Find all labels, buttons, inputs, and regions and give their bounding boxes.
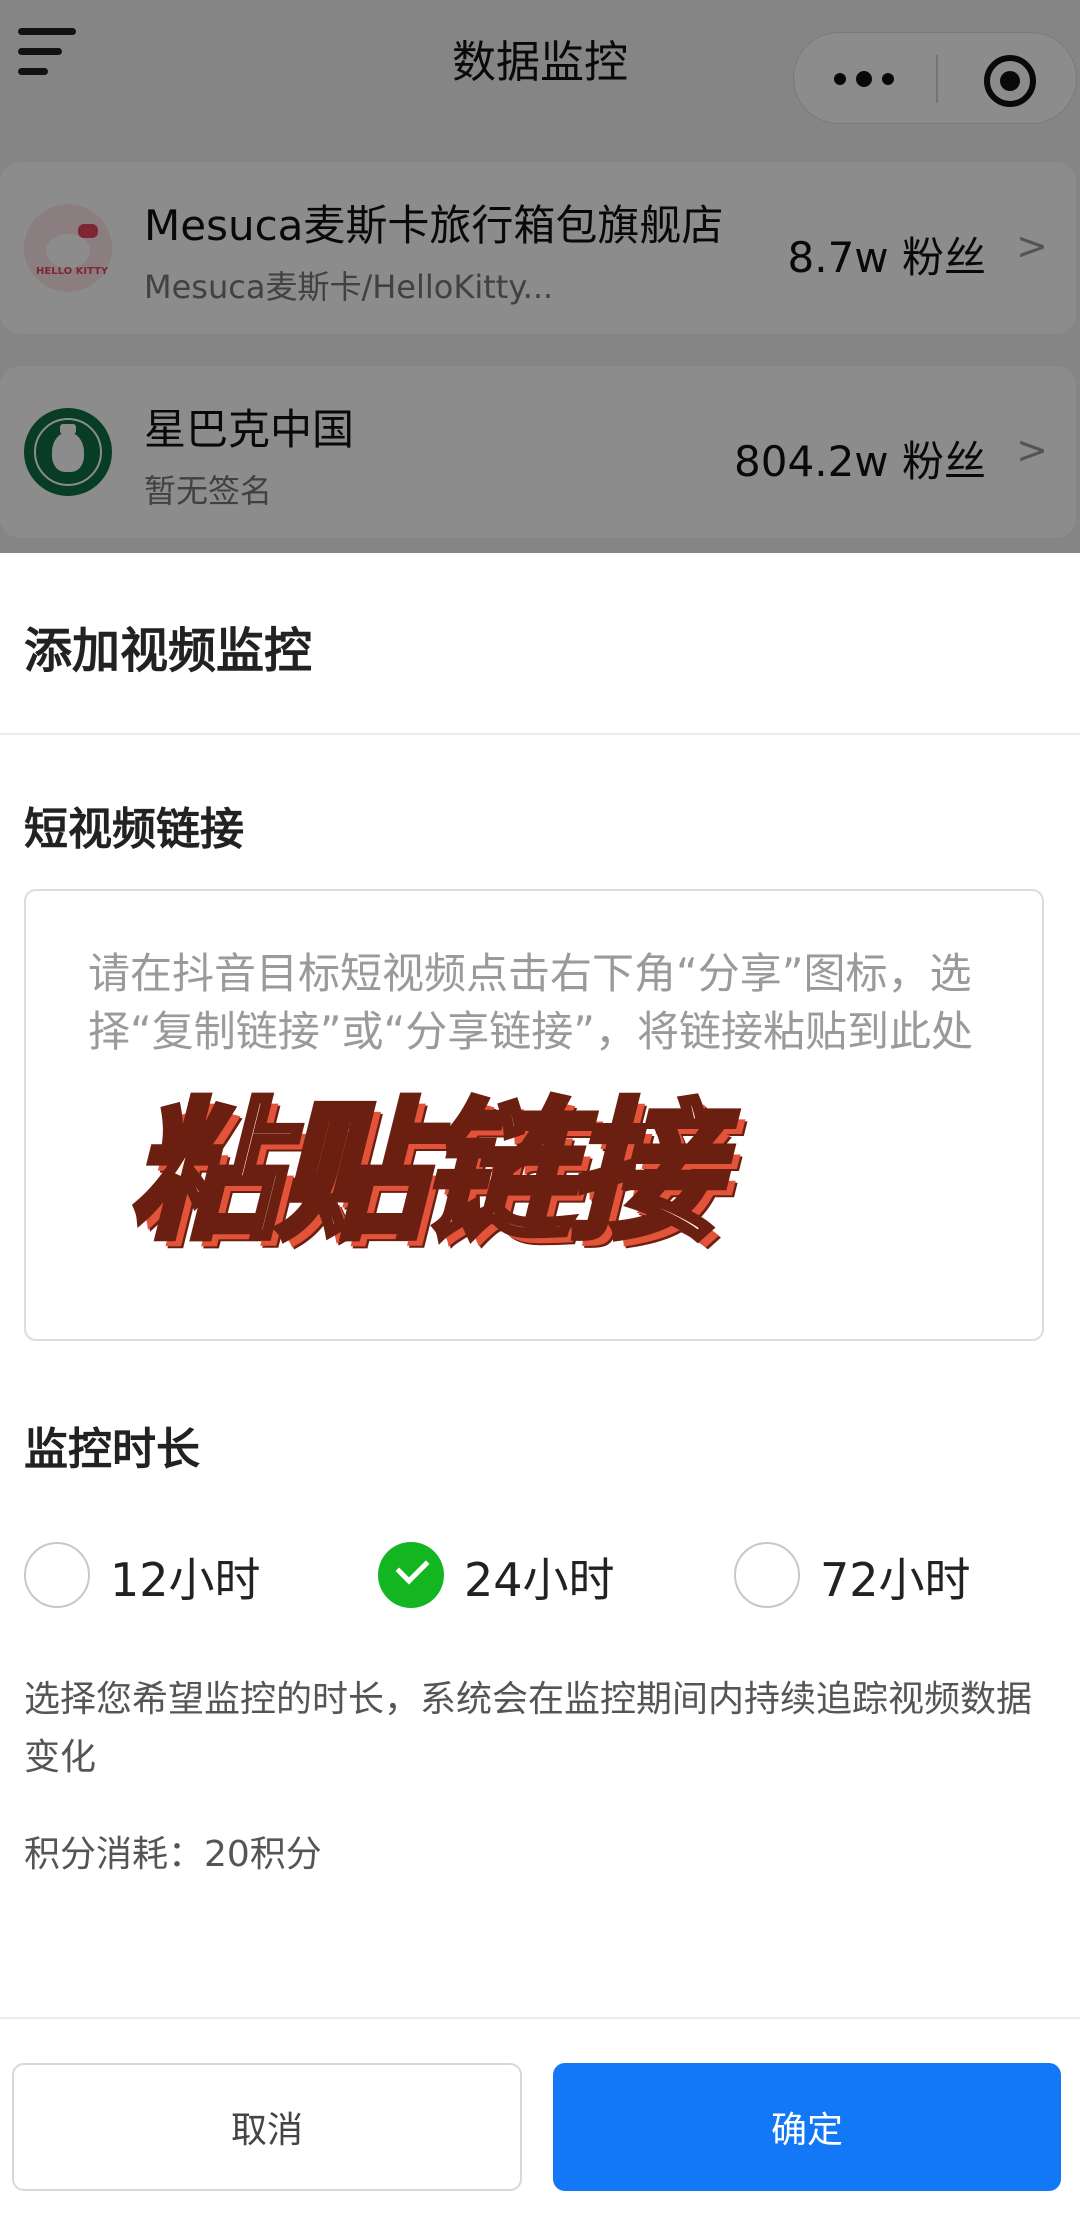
- duration-option-label: 24小时: [464, 1553, 615, 1607]
- duration-option-72h[interactable]: 72小时: [734, 1536, 974, 1616]
- duration-label: 监控时长: [24, 1424, 200, 1475]
- radio-circle[interactable]: [734, 1542, 800, 1608]
- duration-option-label: 12小时: [110, 1553, 261, 1607]
- modal-backdrop[interactable]: [0, 0, 1080, 553]
- cancel-button[interactable]: 取消: [12, 2063, 522, 2191]
- sheet-title: 添加视频监控: [24, 623, 313, 679]
- duration-hint: 选择您希望监控的时长，系统会在监控期间内持续追踪视频数据变化: [24, 1679, 1033, 1778]
- check-icon[interactable]: [378, 1542, 444, 1608]
- radio-circle[interactable]: [24, 1542, 90, 1608]
- duration-option-24h[interactable]: 24小时: [378, 1536, 618, 1616]
- confirm-button[interactable]: 确定: [553, 2063, 1061, 2191]
- divider: [0, 2017, 1080, 2019]
- duration-options: 12小时 24小时 72小时: [24, 1536, 1064, 1616]
- link-label: 短视频链接: [24, 804, 244, 855]
- points-cost: 积分消耗：20积分: [24, 1834, 322, 1875]
- add-video-monitor-sheet: 添加视频监控 短视频链接 粘贴链接 监控时长 12小时 24小时 72小时 选择…: [0, 553, 1080, 2227]
- paste-link-caption: 粘贴链接: [127, 1083, 721, 1263]
- duration-option-12h[interactable]: 12小时: [24, 1536, 264, 1616]
- duration-option-label: 72小时: [820, 1553, 971, 1607]
- divider: [0, 733, 1080, 735]
